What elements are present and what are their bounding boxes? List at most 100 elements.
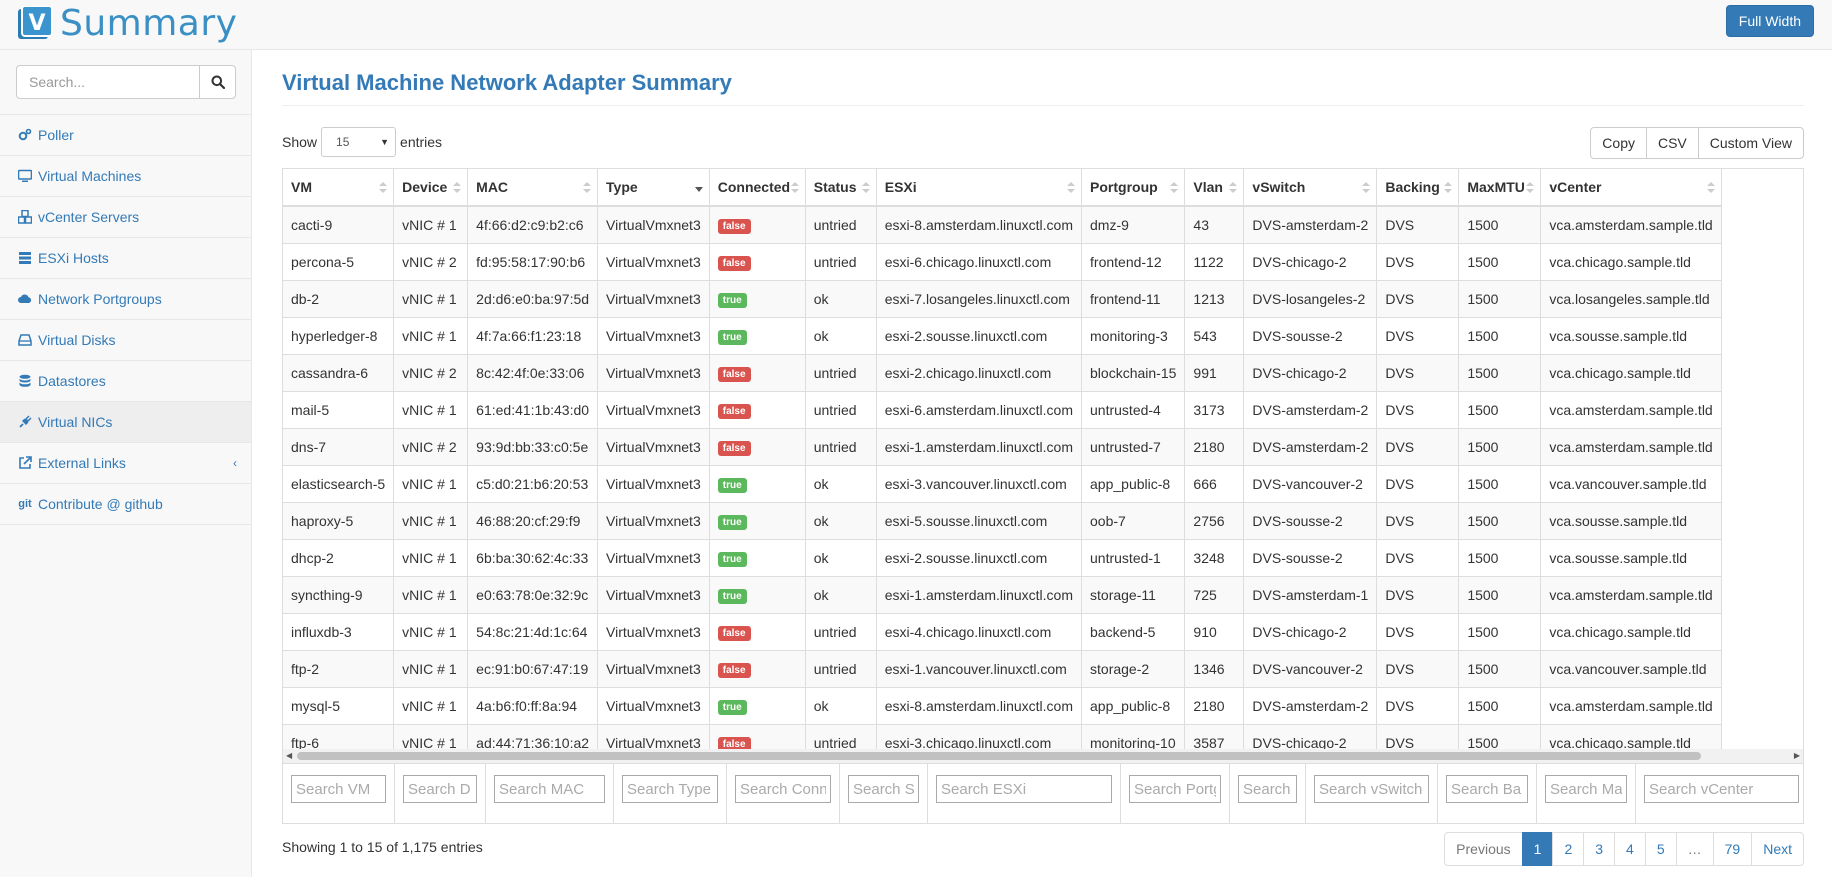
sort-icon [1170,182,1179,193]
filter-input-status[interactable] [848,775,919,803]
column-header-vcenter[interactable]: vCenter [1540,169,1722,207]
pagination-next[interactable]: Next [1751,832,1804,866]
column-header-label: vCenter [1549,179,1602,195]
cell-vcenter: vca.sousse.sample.tld [1540,539,1722,577]
scroll-left-icon[interactable]: ◀ [286,751,292,760]
chevron-left-icon[interactable]: ‹ [233,456,237,470]
caret-down-icon: ▼ [380,137,390,147]
csv-button[interactable]: CSV [1645,127,1699,159]
horizontal-scrollbar[interactable]: ◀ ▶ [283,749,1803,763]
column-header-status[interactable]: Status [805,169,877,207]
table-row[interactable]: cacti-9 vNIC # 1 4f:66:d2:c9:b2:c6 VirtualV… [283,206,1722,244]
table-row[interactable]: elasticsearch-5 vNIC # 1 c5:d0:21:b6:20:53… [283,465,1722,503]
table-row[interactable]: mysql-5 vNIC # 1 4a:b6:f0:ff:8a:94 VirtualV… [283,687,1722,725]
search-input[interactable] [16,65,199,99]
filter-input-device[interactable] [403,775,477,803]
pagination-previous[interactable]: Previous [1444,832,1523,866]
cell-mac: fd:95:58:17:90:b6 [467,243,599,281]
scrollbar-thumb[interactable] [297,752,1701,760]
filter-input-vcenter[interactable] [1644,775,1799,803]
sidebar-item-vcenter-servers[interactable]: vCenter Servers [0,197,251,238]
filter-input-portgroup[interactable] [1129,775,1221,803]
filter-input-esxi[interactable] [936,775,1112,803]
column-header-connected[interactable]: Connected [709,169,806,207]
sidebar-item-datastores[interactable]: Datastores [0,361,251,402]
column-header-vm[interactable]: VM [283,169,395,207]
sidebar-item-esxi-hosts[interactable]: ESXi Hosts [0,238,251,279]
table-row[interactable]: syncthing-9 vNIC # 1 e0:63:78:0e:32:9c Virt… [283,576,1722,614]
pagination-page-4[interactable]: 4 [1614,832,1646,866]
cell-backing: DVS [1376,206,1460,244]
cell-esxi: esxi-6.amsterdam.linuxctl.com [876,391,1083,429]
cell-portgroup: dmz-9 [1081,206,1186,244]
column-header-label: vSwitch [1252,179,1306,195]
filter-input-vlan[interactable] [1238,775,1297,803]
vnic-table: VM Device MAC Type Connected Status ESXi Portgr… [283,169,1722,762]
cell-status: untried [805,428,877,466]
column-header-portgroup[interactable]: Portgroup [1081,169,1186,207]
page-length-select[interactable]: 15 ▼ [321,127,397,157]
table-row[interactable]: percona-5 vNIC # 2 fd:95:58:17:90:b6 Virtua… [283,243,1722,281]
full-width-button[interactable]: Full Width [1725,5,1814,37]
sidebar-item-poller[interactable]: Poller [0,115,251,156]
sidebar-item-virtual-disks[interactable]: Virtual Disks [0,320,251,361]
pagination-page-5[interactable]: 5 [1644,832,1677,866]
column-header-mac[interactable]: MAC [467,169,599,207]
cell-device: vNIC # 1 [393,502,469,540]
brand[interactable]: V Summary [18,5,237,42]
sidebar-item-virtual-nics[interactable]: Virtual NICs [0,402,251,443]
filter-input-connected[interactable] [735,775,831,803]
cell-connected: false [709,354,806,392]
search-button[interactable] [199,65,236,99]
table-row[interactable]: dns-7 vNIC # 2 93:9d:bb:33:c0:5e VirtualVmx… [283,428,1722,466]
connected-badge: true [717,329,747,345]
filter-input-maxmtu[interactable] [1545,775,1627,803]
filter-cell-vswitch [1306,764,1438,823]
table-row[interactable]: cassandra-6 vNIC # 2 8c:42:4f:0e:33:06 Virt… [283,354,1722,392]
cell-type: VirtualVmxnet3 [597,613,710,651]
pagination-page-79[interactable]: 79 [1712,832,1753,866]
desktop-icon [18,169,32,183]
pagination-page-1[interactable]: 1 [1521,832,1554,866]
column-header-esxi[interactable]: ESXi [876,169,1083,207]
column-header-vlan[interactable]: Vlan [1184,169,1245,207]
cell-type: VirtualVmxnet3 [597,391,710,429]
copy-button[interactable]: Copy [1590,127,1647,159]
sidebar-item-network-portgroups[interactable]: Network Portgroups [0,279,251,320]
pagination-page-3[interactable]: 3 [1583,832,1616,866]
sidebar-item-label: ESXi Hosts [38,250,109,266]
filter-input-vm[interactable] [291,775,386,803]
filter-input-backing[interactable] [1446,775,1528,803]
column-header-vswitch[interactable]: vSwitch [1243,169,1378,207]
cell-mac: 4a:b6:f0:ff:8a:94 [467,687,599,725]
sidebar-item-virtual-machines[interactable]: Virtual Machines [0,156,251,197]
sort-desc-icon [694,187,703,192]
table-row[interactable]: haproxy-5 vNIC # 1 46:88:20:cf:29:f9 Virtua… [283,502,1722,540]
scroll-right-icon[interactable]: ▶ [1794,751,1800,760]
sidebar-item-contribute[interactable]: git Contribute @ github [0,484,251,525]
cell-status: untried [805,243,877,281]
column-header-backing[interactable]: Backing [1376,169,1460,207]
column-header-type[interactable]: Type [597,169,710,207]
column-header-maxmtu[interactable]: MaxMTU [1458,169,1542,207]
table-row[interactable]: db-2 vNIC # 1 2d:d6:e0:ba:97:5d VirtualVmxn… [283,280,1722,318]
hdd-icon [18,333,32,347]
filter-input-vswitch[interactable] [1314,775,1429,803]
table-row[interactable]: ftp-2 vNIC # 1 ec:91:b0:67:47:19 VirtualVmx… [283,650,1722,688]
table-row[interactable]: dhcp-2 vNIC # 1 6b:ba:30:62:4c:33 VirtualVm… [283,539,1722,577]
page-length-value: 15 [336,135,350,149]
cell-connected: false [709,391,806,429]
sidebar-item-external-links[interactable]: External Links ‹ [0,443,251,484]
column-header-device[interactable]: Device [393,169,469,207]
custom-view-button[interactable]: Custom View [1697,127,1804,159]
table-info: Showing 1 to 15 of 1,175 entries [282,839,483,855]
table-row[interactable]: influxdb-3 vNIC # 1 54:8c:21:4d:1c:64 Virtu… [283,613,1722,651]
filter-input-mac[interactable] [494,775,605,803]
table-row[interactable]: mail-5 vNIC # 1 61:ed:41:1b:43:d0 VirtualVm… [283,391,1722,429]
pagination-page-2[interactable]: 2 [1552,832,1585,866]
table-row[interactable]: hyperledger-8 vNIC # 1 4f:7a:66:f1:23:18 Vi… [283,317,1722,355]
filter-input-type[interactable] [622,775,718,803]
filter-cell-status [840,764,928,823]
cell-vcenter: vca.vancouver.sample.tld [1540,465,1722,503]
cell-maxmtu: 1500 [1458,243,1542,281]
